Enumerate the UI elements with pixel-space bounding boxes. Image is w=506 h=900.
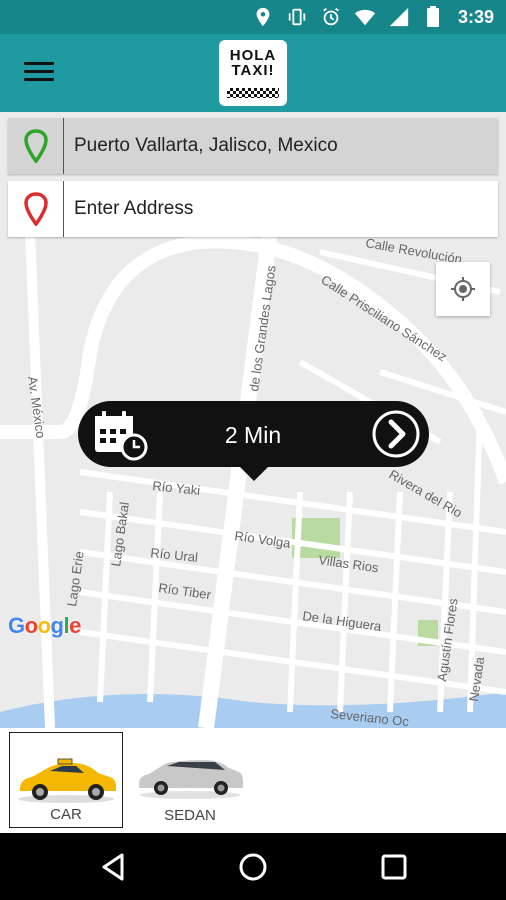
- street-label: Calle Prisciliano Sánchez: [318, 272, 449, 364]
- eta-bubble: 2 Min: [78, 401, 429, 481]
- vehicle-option-sedan[interactable]: SEDAN: [133, 732, 247, 828]
- location-icon: [256, 7, 270, 27]
- logo-line2: TAXI!: [231, 62, 275, 79]
- destination-pin-icon: [8, 181, 64, 237]
- alarm-icon: [323, 7, 339, 26]
- my-location-button[interactable]: [436, 262, 490, 316]
- battery-icon: [427, 6, 439, 27]
- pickup-pin-icon: [8, 118, 64, 174]
- home-icon[interactable]: [237, 851, 269, 883]
- street-label: Río Tiber: [158, 580, 213, 602]
- app-bar: HOLA TAXI!: [0, 34, 506, 112]
- eta-label: 2 Min: [224, 422, 282, 448]
- vehicle-option-car[interactable]: CAR: [9, 732, 123, 828]
- back-icon[interactable]: [98, 851, 130, 883]
- logo-line1: HOLA: [229, 47, 277, 64]
- bubble-tail: [238, 465, 270, 481]
- car-icon: [18, 758, 116, 803]
- sedan-icon: [139, 760, 243, 799]
- signal-icon: [389, 7, 409, 27]
- pickup-address: Puerto Vallarta, Jalisco, Mexico: [74, 135, 338, 156]
- vibrate-icon: [288, 8, 306, 26]
- hola-taxi-logo: HOLA TAXI!: [219, 40, 287, 106]
- system-nav-bar: [0, 833, 506, 900]
- status-bar: 3:39: [0, 0, 506, 34]
- checker-pattern: [227, 88, 279, 98]
- vehicle-label-car: CAR: [50, 806, 82, 823]
- calendar-clock-icon[interactable]: [92, 409, 148, 461]
- street-label: Río Volga: [234, 528, 293, 551]
- recents-icon[interactable]: [378, 851, 410, 883]
- chevron-right-circle-icon[interactable]: [371, 409, 421, 459]
- vehicle-selector: CAR SEDAN: [0, 728, 506, 833]
- pickup-field[interactable]: Puerto Vallarta, Jalisco, Mexico: [8, 118, 498, 174]
- status-time: 3:39: [457, 7, 494, 27]
- vehicle-label-sedan: SEDAN: [164, 807, 216, 824]
- destination-field[interactable]: [8, 181, 498, 237]
- hamburger-menu-icon[interactable]: [24, 62, 54, 86]
- status-icons: [252, 6, 410, 28]
- wifi-icon: [354, 9, 376, 26]
- google-attribution: Google: [8, 613, 81, 638]
- my-location-icon: [451, 277, 475, 301]
- destination-input[interactable]: [64, 197, 476, 221]
- street-label: Lago Erie: [64, 550, 87, 607]
